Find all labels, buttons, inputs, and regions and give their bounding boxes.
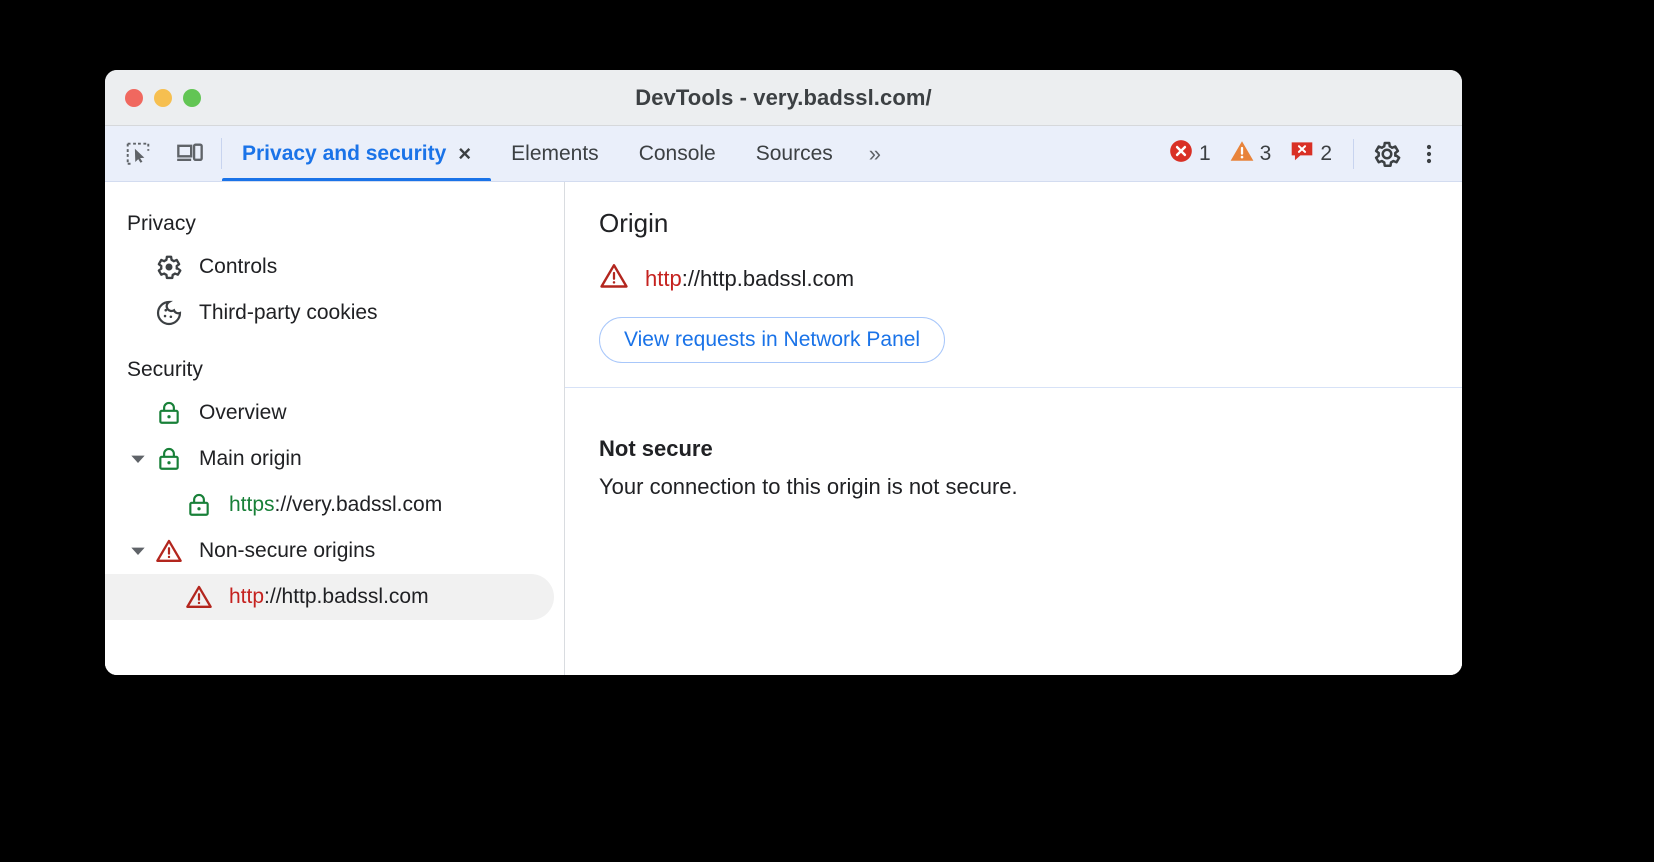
more-tabs-icon[interactable]: »: [853, 126, 895, 181]
sidebar-item-very-badssl-com[interactable]: https://very.badssl.com: [105, 482, 554, 528]
devtools-toolbar: Privacy and security × Elements Console …: [105, 126, 1462, 182]
tab-label: Sources: [755, 141, 833, 165]
url-host: ://http.badssl.com: [264, 585, 429, 608]
view-requests-in-network-panel-button[interactable]: View requests in Network Panel: [599, 317, 946, 363]
warning-count: 3: [1259, 141, 1272, 165]
gear-icon[interactable]: [1368, 135, 1406, 173]
window-title: DevTools - very.badssl.com/: [635, 84, 932, 110]
sidebar-item-label: Overview: [199, 401, 287, 424]
connection-status-heading: Not secure: [599, 436, 713, 461]
sidebar-item-label: http://http.badssl.com: [229, 585, 429, 609]
chevron-down-icon[interactable]: [123, 451, 153, 467]
sidebar-item-label: Third-party cookies: [199, 301, 378, 324]
main-panel: Origin http://http.badssl.com View reque…: [565, 182, 1462, 675]
lock-green-icon: [183, 489, 215, 521]
connection-status-text: Your connection to this origin is not se…: [599, 474, 1018, 499]
lock-green-icon: [153, 443, 185, 475]
url-host: ://http.badssl.com: [681, 266, 855, 291]
inspect-element-icon[interactable]: [119, 135, 157, 173]
tab-elements[interactable]: Elements: [491, 126, 619, 181]
origin-section: Origin http://http.badssl.com View reque…: [565, 182, 1462, 387]
url-scheme: http: [229, 585, 265, 608]
warning-count-badge[interactable]: 3: [1222, 138, 1279, 169]
tab-label: Elements: [511, 141, 599, 165]
title-bar: DevTools - very.badssl.com/: [105, 70, 1462, 126]
warning-red-icon: [153, 535, 185, 567]
issue-count: 2: [1320, 141, 1332, 165]
device-toolbar-icon[interactable]: [171, 135, 209, 173]
issue-icon: [1289, 138, 1315, 169]
error-icon: [1168, 138, 1194, 169]
close-icon[interactable]: ×: [458, 142, 471, 165]
tab-label: Privacy and security: [242, 141, 447, 165]
sidebar-item-controls[interactable]: Controls: [105, 244, 554, 290]
panel-body: Privacy Controls Third-party cookies Sec…: [105, 182, 1462, 675]
sidebar-item-label: Main origin: [199, 447, 302, 470]
tab-privacy-and-security[interactable]: Privacy and security ×: [222, 126, 492, 181]
url-host: ://very.badssl.com: [274, 493, 443, 516]
sidebar-item-overview[interactable]: Overview: [105, 390, 554, 436]
sidebar-item-non-secure-origins[interactable]: Non-secure origins: [105, 528, 554, 574]
sidebar-item-label: https://very.badssl.com: [229, 493, 442, 517]
url-scheme: http: [645, 266, 682, 291]
gear-icon: [153, 251, 185, 283]
error-count-badge[interactable]: 1: [1161, 138, 1218, 169]
sidebar-item-label: Non-secure origins: [199, 539, 376, 562]
origin-url-row: http://http.badssl.com: [599, 261, 1428, 297]
panel-tabs: Privacy and security × Elements Console …: [222, 126, 895, 181]
tab-console[interactable]: Console: [619, 126, 736, 181]
origin-heading: Origin: [599, 208, 669, 238]
warning-icon: [1229, 138, 1255, 169]
more-options-icon[interactable]: [1410, 135, 1448, 173]
origin-url: http://http.badssl.com: [645, 266, 854, 292]
devtools-window: DevTools - very.badssl.com/ Privacy and …: [105, 70, 1462, 675]
connection-section: Not secure Your connection to this origi…: [565, 387, 1462, 524]
url-scheme: https: [229, 493, 275, 516]
error-count: 1: [1198, 141, 1211, 165]
lock-green-icon: [153, 397, 185, 429]
sidebar-item-label: Controls: [199, 255, 278, 278]
toolbar-divider-2: [1353, 138, 1354, 169]
cookie-icon: [153, 297, 185, 329]
sidebar-section-privacy-title: Privacy: [127, 212, 196, 235]
sidebar-section-security-title: Security: [127, 358, 203, 381]
toolbar-left-icons: [105, 126, 221, 181]
sidebar-item-main-origin[interactable]: Main origin: [105, 436, 554, 482]
tab-sources[interactable]: Sources: [736, 126, 853, 181]
warning-red-icon: [183, 581, 215, 613]
issue-count-badge[interactable]: 2: [1282, 138, 1339, 169]
tab-label: Console: [638, 141, 716, 165]
toolbar-right-group: 1 3 2: [1161, 126, 1462, 181]
sidebar-item-http-badssl-com[interactable]: http://http.badssl.com: [105, 574, 554, 620]
sidebar: Privacy Controls Third-party cookies Sec…: [105, 182, 565, 675]
chevron-down-icon[interactable]: [123, 543, 153, 559]
warning-red-icon: [599, 261, 629, 297]
sidebar-item-third-party-cookies[interactable]: Third-party cookies: [105, 290, 554, 336]
